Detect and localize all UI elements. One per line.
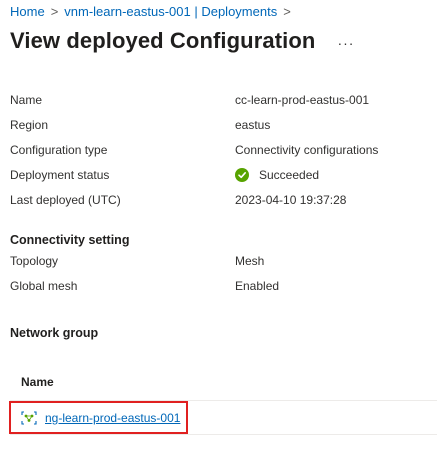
name-label: Name [10, 93, 43, 107]
detail-row-name: Name cc-learn-prod-eastus-001 [10, 90, 430, 110]
breadcrumb-home-link[interactable]: Home [10, 4, 45, 19]
page-title: View deployed Configuration [10, 28, 316, 53]
network-group-link[interactable]: ng-learn-prod-eastus-001 [45, 411, 180, 425]
last-deployed-value: 2023-04-10 19:37:28 [235, 193, 347, 207]
name-value: cc-learn-prod-eastus-001 [235, 93, 370, 107]
breadcrumb-parent-link[interactable]: vnm-learn-eastus-001 | Deployments [64, 4, 277, 19]
chevron-right-icon: > [50, 4, 59, 19]
global-mesh-value: Enabled [235, 279, 280, 293]
topology-value: Mesh [235, 254, 265, 268]
page-root: Home > vnm-learn-eastus-001 | Deployment… [0, 0, 437, 458]
column-header-name[interactable]: Name [21, 375, 54, 389]
network-group-icon [21, 410, 37, 425]
detail-row-status: Deployment status Succeeded [10, 165, 430, 185]
detail-row-global-mesh: Global mesh Enabled [10, 276, 430, 296]
chevron-right-icon: > [283, 4, 291, 19]
config-type-value: Connectivity configurations [235, 143, 379, 157]
detail-row-last-deployed: Last deployed (UTC) 2023-04-10 19:37:28 [10, 190, 430, 210]
config-type-label: Configuration type [10, 143, 108, 157]
network-group-row[interactable]: ng-learn-prod-eastus-001 [9, 401, 188, 434]
region-value: eastus [235, 118, 271, 132]
region-label: Region [10, 118, 49, 132]
detail-row-region: Region eastus [10, 115, 430, 135]
global-mesh-label: Global mesh [10, 279, 78, 293]
table-divider [10, 434, 437, 435]
detail-row-topology: Topology Mesh [10, 251, 430, 271]
title-row: View deployed Configuration ··· [10, 28, 354, 54]
topology-label: Topology [10, 254, 59, 268]
connectivity-heading: Connectivity setting [10, 233, 130, 247]
network-group-heading: Network group [10, 326, 99, 340]
status-value: Succeeded [259, 168, 320, 182]
detail-row-config-type: Configuration type Connectivity configur… [10, 140, 430, 160]
status-value-container: Succeeded [235, 165, 319, 185]
status-label: Deployment status [10, 168, 110, 182]
last-deployed-label: Last deployed (UTC) [10, 193, 121, 207]
more-options-button[interactable]: ··· [337, 35, 354, 51]
breadcrumb: Home > vnm-learn-eastus-001 | Deployment… [10, 4, 297, 19]
check-circle-icon [235, 168, 249, 182]
